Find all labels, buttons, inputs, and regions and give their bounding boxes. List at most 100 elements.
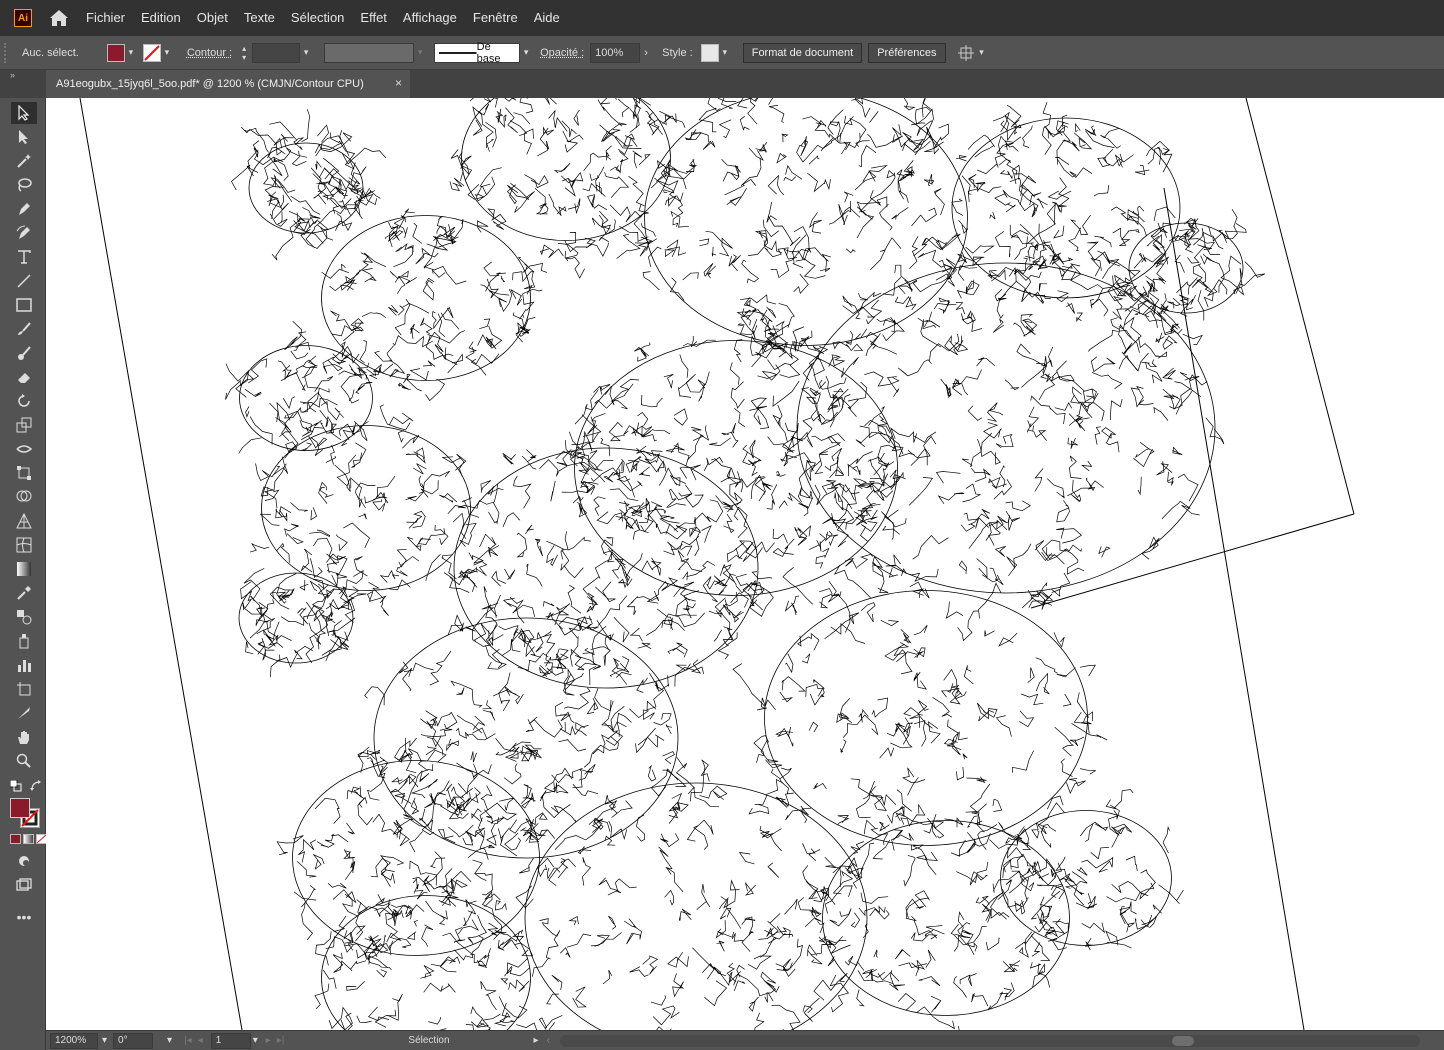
default-colors-icon[interactable] xyxy=(9,779,22,792)
style-dropdown[interactable]: ▾ xyxy=(719,44,731,62)
eraser-icon[interactable] xyxy=(11,366,37,388)
curvature-icon[interactable] xyxy=(11,222,37,244)
home-icon[interactable] xyxy=(48,7,70,29)
stroke-dropdown[interactable]: ▾ xyxy=(161,44,173,62)
rotation-dropdown[interactable]: ▾ xyxy=(167,1035,172,1046)
perspective-grid-icon[interactable] xyxy=(11,510,37,532)
vector-path xyxy=(736,964,745,978)
brush-dropdown[interactable]: ▾ xyxy=(520,44,532,62)
menu-fichier[interactable]: Fichier xyxy=(78,0,133,36)
vector-path xyxy=(802,865,819,899)
style-swatch[interactable] xyxy=(700,43,719,62)
scroll-left-icon[interactable]: ‹ xyxy=(547,1035,550,1046)
menu-selection[interactable]: Sélection xyxy=(283,0,352,36)
vector-path xyxy=(344,151,356,170)
menu-objet[interactable]: Objet xyxy=(189,0,236,36)
rotation-field[interactable]: 0° xyxy=(113,1032,154,1049)
profile-dropdown[interactable]: ▾ xyxy=(414,44,426,62)
shaper-icon[interactable] xyxy=(11,342,37,364)
shape-builder-icon[interactable] xyxy=(11,486,37,508)
collapse-toolbar-icon[interactable]: » xyxy=(10,70,15,80)
artboard-canvas[interactable] xyxy=(46,98,1444,1030)
slice-icon[interactable] xyxy=(11,702,37,724)
vector-path xyxy=(871,697,889,718)
close-icon[interactable]: × xyxy=(395,76,402,90)
stroke-weight-stepper[interactable]: ▴ ▾ xyxy=(238,43,250,63)
zoom-icon[interactable] xyxy=(11,750,37,772)
vector-path xyxy=(672,973,685,998)
fill-swatch[interactable] xyxy=(106,43,125,62)
vector-path xyxy=(925,949,936,968)
selection-tool-icon[interactable] xyxy=(11,102,37,124)
artboard-number-field[interactable]: 1 xyxy=(210,1032,251,1049)
rotate-icon[interactable] xyxy=(11,390,37,412)
type-icon[interactable] xyxy=(11,246,37,268)
stroke-label[interactable]: Contour : xyxy=(187,47,232,59)
status-menu-icon[interactable]: ▸ xyxy=(534,1035,539,1046)
stroke-swatch[interactable] xyxy=(142,43,161,62)
more-tools-icon[interactable]: ••• xyxy=(11,906,37,928)
rectangle-icon[interactable] xyxy=(11,294,37,316)
first-artboard-icon[interactable]: |◂ xyxy=(184,1035,192,1046)
last-artboard-icon[interactable]: ▸| xyxy=(277,1035,285,1046)
document-tab[interactable]: A91eogubx_15jyq6l_5oo.pdf* @ 1200 % (CMJ… xyxy=(46,70,410,98)
paintbrush-icon[interactable] xyxy=(11,318,37,340)
menu-texte[interactable]: Texte xyxy=(236,0,283,36)
zoom-field[interactable]: 1200% xyxy=(50,1032,98,1049)
preferences-button[interactable]: Préférences xyxy=(868,42,946,63)
document-format-button[interactable]: Format de document xyxy=(742,42,863,63)
menu-affichage[interactable]: Affichage xyxy=(395,0,465,36)
column-graph-icon[interactable] xyxy=(11,654,37,676)
blend-icon[interactable] xyxy=(11,606,37,628)
arrange-dropdown[interactable]: ▾ xyxy=(976,44,988,62)
pen-icon[interactable] xyxy=(11,198,37,220)
width-tool-icon[interactable] xyxy=(11,438,37,460)
line-segment-icon[interactable] xyxy=(11,270,37,292)
hand-icon[interactable] xyxy=(11,726,37,748)
scale-icon[interactable] xyxy=(11,414,37,436)
vector-path xyxy=(457,919,479,935)
vector-path xyxy=(870,827,889,845)
stroke-weight-field[interactable] xyxy=(252,42,301,63)
opacity-label[interactable]: Opacité : xyxy=(540,47,584,59)
menu-aide[interactable]: Aide xyxy=(526,0,568,36)
panel-grip[interactable] xyxy=(4,42,16,63)
menu-edition[interactable]: Edition xyxy=(133,0,189,36)
lasso-icon[interactable] xyxy=(11,174,37,196)
free-transform-icon[interactable] xyxy=(11,462,37,484)
vector-path xyxy=(1218,209,1238,240)
mesh-icon[interactable] xyxy=(11,534,37,556)
menu-effet[interactable]: Effet xyxy=(352,0,395,36)
menu-fenetre[interactable]: Fenêtre xyxy=(465,0,526,36)
stroke-weight-dropdown[interactable]: ▾ xyxy=(300,44,312,62)
gradient-icon[interactable] xyxy=(11,558,37,580)
opacity-arrow[interactable]: › xyxy=(640,44,652,62)
horizontal-scrollbar[interactable] xyxy=(559,1034,1420,1047)
fill-dropdown[interactable]: ▾ xyxy=(125,44,137,62)
direct-selection-tool-icon[interactable] xyxy=(11,126,37,148)
screen-mode-icon[interactable] xyxy=(11,874,37,896)
vector-path xyxy=(802,843,816,854)
color-mode-icon[interactable] xyxy=(10,834,21,844)
opacity-field[interactable]: 100% xyxy=(590,42,641,63)
prev-artboard-icon[interactable]: ◂ xyxy=(198,1035,203,1046)
variable-width-profile[interactable] xyxy=(324,42,415,63)
eyedropper-icon[interactable] xyxy=(11,582,37,604)
draw-mode-icon[interactable] xyxy=(11,850,37,872)
magic-wand-icon[interactable] xyxy=(11,150,37,172)
fill-indicator[interactable] xyxy=(10,798,30,818)
artboard-dropdown[interactable]: ▾ xyxy=(253,1035,258,1046)
vector-path xyxy=(779,353,801,378)
symbol-sprayer-icon[interactable] xyxy=(11,630,37,652)
brush-definition[interactable]: De base xyxy=(434,41,521,65)
next-artboard-icon[interactable]: ▸ xyxy=(266,1035,271,1046)
vector-path xyxy=(450,786,466,816)
zoom-dropdown[interactable]: ▾ xyxy=(102,1035,107,1046)
artboard-icon[interactable] xyxy=(11,678,37,700)
fill-stroke-selector[interactable] xyxy=(10,798,40,828)
scrollbar-thumb[interactable] xyxy=(1171,1035,1194,1046)
gradient-mode-icon[interactable] xyxy=(23,834,34,844)
vector-path xyxy=(504,568,516,581)
swap-colors-icon[interactable] xyxy=(30,780,42,792)
arrange-icon[interactable] xyxy=(956,43,976,63)
